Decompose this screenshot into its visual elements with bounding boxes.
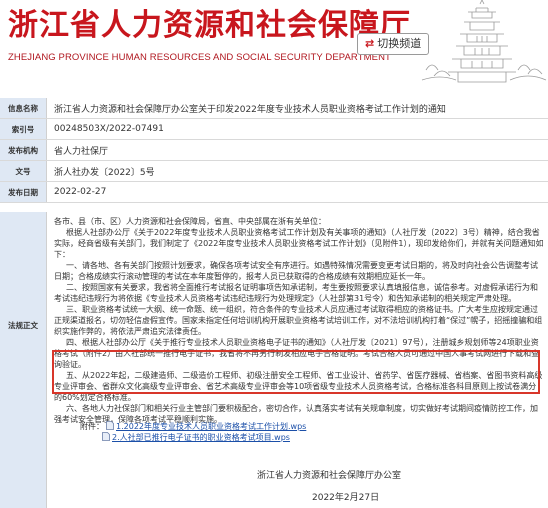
attachments-label: 附件：	[80, 422, 104, 431]
switch-channel-button[interactable]: ⇄ 切换频道	[357, 33, 430, 55]
meta-label: 索引号	[0, 118, 47, 140]
signer: 浙江省人力资源和社会保障厅办公室	[257, 471, 402, 481]
site-header: 浙江省人力资源和社会保障厅 ZHEJIANG PROVINCE HUMAN RE…	[0, 0, 548, 84]
meta-row-date: 发布日期 2022-02-27	[0, 181, 548, 203]
site-subtitle: ZHEJIANG PROVINCE HUMAN RESOURCES AND SO…	[8, 52, 391, 63]
body-label-cell: 法规正文	[0, 212, 47, 508]
body-label: 法规正文	[8, 321, 38, 330]
meta-row-title: 信息名称 浙江省人力资源和社会保障厅办公室关于印发2022年度专业技术人员职业资…	[0, 98, 548, 119]
body-paragraph: 根据人社部办公厅《关于2022年度专业技术人员职业资格考试工作计划及有关事项的通…	[54, 228, 544, 259]
meta-label: 发布机构	[0, 139, 47, 161]
sign-date: 2022年2月27日	[312, 493, 380, 503]
switch-icon: ⇄	[365, 37, 375, 50]
pagoda-illustration	[421, 0, 547, 83]
document-meta-table: 信息名称 浙江省人力资源和社会保障厅办公室关于印发2022年度专业技术人员职业资…	[0, 98, 548, 203]
file-icon	[102, 432, 110, 441]
attachment-row: 附件： 1.2022年度专业技术人员职业资格考试工作计划.wps	[80, 421, 306, 432]
attachment-link-1[interactable]: 1.2022年度专业技术人员职业资格考试工作计划.wps	[116, 422, 306, 431]
meta-value: 2022-02-27	[46, 181, 548, 203]
attachment-link-2[interactable]: 2.人社部已推行电子证书的职业资格考试项目.wps	[112, 433, 290, 442]
attachment-row: 2.人社部已推行电子证书的职业资格考试项目.wps	[80, 432, 306, 443]
attachments: 附件： 1.2022年度专业技术人员职业资格考试工作计划.wps 2.人社部已推行…	[80, 421, 306, 443]
body-paragraph: 三、职业资格考试统一大纲、统一命题、统一组织，符合条件的专业技术人员应通过考试取…	[54, 305, 543, 336]
meta-row-index: 索引号 00248503X/2022-07491	[0, 118, 548, 140]
highlight-box	[52, 350, 540, 394]
meta-label: 文号	[0, 160, 47, 182]
meta-row-publisher: 发布机构 省人力社保厅	[0, 139, 548, 161]
meta-value: 浙人社办发〔2022〕5号	[46, 160, 548, 182]
meta-value: 00248503X/2022-07491	[46, 118, 548, 140]
body-paragraph: 二、按照国家有关要求，我省将全面推行考试报名证明事项告知承诺制，考生要按照要求认…	[54, 283, 538, 303]
switch-channel-label: 切换频道	[377, 37, 422, 50]
meta-value: 浙江省人力资源和社会保障厅办公室关于印发2022年度专业技术人员职业资格考试工作…	[46, 98, 548, 119]
site-title[interactable]: 浙江省人力资源和社会保障厅	[8, 8, 411, 44]
meta-row-doc-number: 文号 浙人社办发〔2022〕5号	[0, 160, 548, 182]
body-paragraph: 各市、县（市、区）人力资源和社会保障局，省直、中央部属在浙有关单位：	[54, 217, 326, 226]
body-paragraph: 一、请各地、各有关部门按照计划要求，确保各项考试安全有序进行。如遇特殊情况需要变…	[54, 261, 538, 281]
meta-value: 省人力社保厅	[46, 139, 548, 161]
meta-label: 信息名称	[0, 98, 47, 119]
meta-label: 发布日期	[0, 181, 47, 203]
file-icon	[106, 421, 114, 430]
